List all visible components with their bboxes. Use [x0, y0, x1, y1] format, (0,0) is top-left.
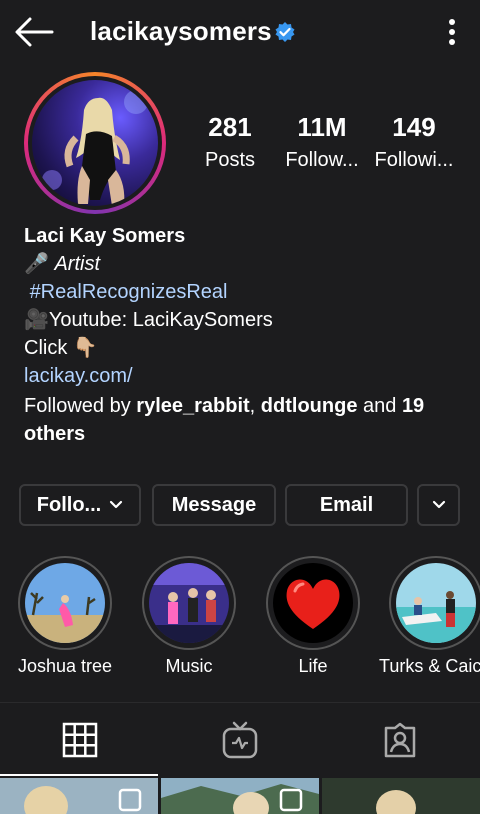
display-name: Laci Kay Somers: [24, 225, 186, 247]
tab-igtv[interactable]: [160, 704, 320, 776]
story-ring[interactable]: [24, 72, 166, 214]
tab-posts-grid[interactable]: [0, 704, 160, 776]
followed-and: and: [363, 395, 397, 417]
followers-stat[interactable]: 11M Follow...: [274, 112, 370, 172]
bio-line-hashtag: #RealRecognizesReal: [24, 278, 464, 306]
highlight-label: Joshua tree: [17, 656, 113, 676]
tabs-divider: [0, 702, 480, 703]
website-link[interactable]: lacikay.com/: [24, 362, 464, 390]
follow-button[interactable]: Follo...: [19, 484, 141, 526]
posts-grid: [0, 778, 480, 814]
highlight-cover-turks-caicos: [396, 563, 476, 643]
back-arrow-icon[interactable]: [14, 14, 54, 50]
bio-line-click: Click 👇🏼: [24, 337, 98, 359]
igtv-icon: [222, 721, 258, 759]
verified-badge-icon: [275, 22, 295, 42]
highlight-life[interactable]: Life: [265, 556, 361, 677]
bio-artist-text: Artist: [54, 253, 101, 275]
posts-stat[interactable]: 281 Posts: [182, 112, 278, 172]
highlight-label: Turks & Caicos: [379, 656, 480, 676]
following-label: Followi...: [374, 149, 454, 171]
followed-separator: ,: [249, 395, 256, 417]
hashtag-link[interactable]: #RealRecognizesReal: [30, 281, 228, 303]
microphone-icon: 🎤: [24, 253, 49, 275]
grid-icon: [62, 722, 98, 758]
email-button[interactable]: Email: [285, 484, 408, 526]
follow-button-label: Follo...: [36, 493, 102, 516]
highlight-turks-caicos[interactable]: Turks & Caicos: [379, 556, 480, 677]
bio-line-youtube: 🎥Youtube: LaciKaySomers: [24, 306, 464, 334]
highlight-cover-joshua-tree: [25, 563, 105, 643]
highlight-cover-life: [273, 563, 353, 643]
following-stat[interactable]: 149 Followi...: [366, 112, 462, 172]
highlight-label: Life: [298, 656, 328, 676]
avatar[interactable]: [32, 80, 158, 206]
email-button-label: Email: [319, 493, 374, 516]
tagged-person-icon: [384, 722, 416, 758]
video-camera-icon: 🎥: [24, 309, 49, 331]
profile-bio: Laci Kay Somers 🎤 Artist #RealRecognizes…: [24, 222, 464, 448]
suggested-accounts-button[interactable]: [417, 484, 460, 526]
bio-line-artist: 🎤 Artist: [24, 250, 464, 278]
posts-count: 281: [208, 112, 252, 142]
highlight-cover-music: [149, 563, 229, 643]
highlight-music[interactable]: Music: [141, 556, 237, 677]
following-count: 149: [392, 112, 436, 142]
post-thumbnail[interactable]: [322, 778, 480, 814]
message-button[interactable]: Message: [152, 484, 276, 526]
message-button-label: Message: [171, 493, 257, 516]
followed-user-2: ddtlounge: [260, 395, 358, 417]
followed-by-prefix: Followed by: [24, 395, 131, 417]
followers-count: 11M: [297, 112, 347, 142]
chevron-down-icon: [432, 500, 445, 509]
followed-user-1: rylee_rabbit: [136, 395, 250, 417]
bio-youtube-text: Youtube: LaciKaySomers: [48, 309, 273, 331]
tab-tagged[interactable]: [320, 704, 480, 776]
highlight-joshua-tree[interactable]: Joshua tree: [17, 556, 113, 677]
heart-icon: [286, 579, 340, 629]
chevron-down-icon: [110, 500, 123, 509]
profile-tabs: [0, 704, 480, 776]
posts-label: Posts: [204, 149, 256, 171]
followed-by[interactable]: Followed by rylee_rabbit, ddtlounge and …: [24, 392, 464, 448]
top-bar: lacikaysomers: [0, 0, 480, 64]
post-thumbnail[interactable]: [0, 778, 158, 814]
profile-username: lacikaysomers: [90, 16, 272, 46]
highlight-label: Music: [165, 656, 213, 676]
post-thumbnail[interactable]: [161, 778, 319, 814]
followers-label: Follow...: [285, 149, 359, 171]
more-options-icon[interactable]: [440, 16, 464, 48]
active-tab-indicator: [0, 774, 158, 776]
